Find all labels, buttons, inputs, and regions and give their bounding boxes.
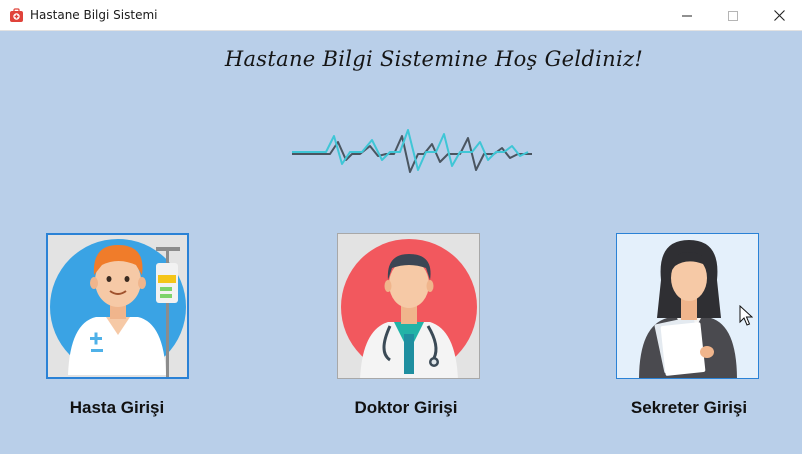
patient-login-label: Hasta Girişi: [69, 398, 165, 417]
close-icon: [773, 10, 785, 21]
patient-login-button[interactable]: [46, 233, 189, 379]
mouse-cursor-icon: [739, 305, 753, 326]
doctor-login-label: Doktor Girişi: [354, 398, 458, 417]
title-bar[interactable]: Hastane Bilgi Sistemi: [0, 0, 802, 31]
secretary-login-label: Sekreter Girişi: [630, 398, 748, 417]
secretary-icon: [639, 240, 737, 378]
heartbeat-icon: [292, 129, 532, 173]
maximize-button[interactable]: [710, 0, 756, 31]
welcome-heading: Hastane Bilgi Sistemine Hoş Geldiniz!: [224, 47, 644, 71]
first-aid-kit-icon: [10, 8, 23, 22]
minimize-icon: [682, 15, 692, 16]
close-button[interactable]: [756, 0, 802, 31]
doctor-icon: [341, 239, 477, 378]
patient-icon: [50, 239, 186, 377]
doctor-login-button[interactable]: [337, 233, 480, 379]
secretary-login-button[interactable]: [616, 233, 759, 379]
minimize-button[interactable]: [664, 0, 710, 31]
window-title: Hastane Bilgi Sistemi: [30, 8, 158, 22]
maximize-icon: [728, 10, 738, 21]
